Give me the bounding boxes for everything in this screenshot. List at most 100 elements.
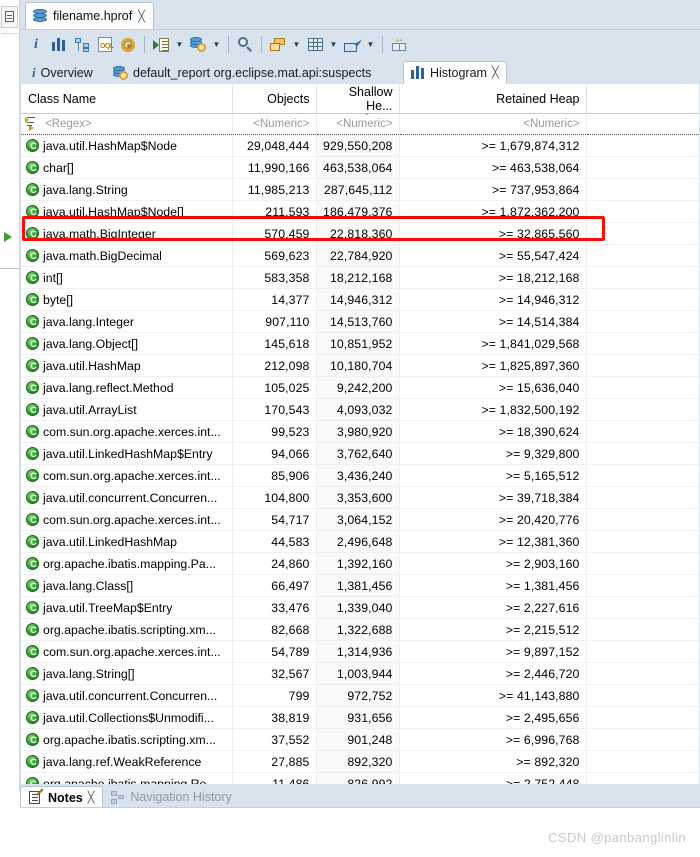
cell-shallow-heap: 3,980,920 (316, 420, 400, 443)
cell-class-name-label: com.sun.org.apache.xerces.int... (43, 468, 221, 483)
cell-shallow-heap: 1,392,160 (316, 552, 400, 575)
cell-filler (586, 640, 699, 663)
tab-notes-label: Notes (48, 790, 83, 805)
cell-objects: 105,025 (232, 376, 317, 399)
cell-objects: 14,377 (232, 288, 317, 311)
toolbar-calculate-retained-size-button[interactable] (304, 34, 326, 56)
table-row[interactable]: int[] 583,35818,212,168>= 18,212,168 (21, 266, 699, 289)
cell-objects: 170,543 (232, 398, 317, 421)
tab-default-report-suspects[interactable]: default_report org.eclipse.mat.api:suspe… (105, 62, 379, 84)
cell-shallow-heap: 14,946,312 (316, 288, 400, 311)
table-row[interactable]: java.util.concurrent.Concurren... 104,800… (21, 486, 699, 509)
editor-tab-filename-hprof[interactable]: filename.hprof ╳ (25, 2, 154, 29)
report-icon (113, 66, 128, 80)
table-row[interactable]: com.sun.org.apache.xerces.int... 54,7173,… (21, 508, 699, 531)
table-row[interactable]: java.lang.String[] 32,5671,003,944>= 2,44… (21, 662, 699, 685)
toolbar-export-button[interactable] (341, 34, 363, 56)
toolbar-inspector-button[interactable] (117, 34, 139, 56)
cell-class-name-label: java.math.BigDecimal (43, 248, 162, 263)
cell-class-name: java.math.BigDecimal (21, 244, 233, 267)
close-icon[interactable]: ╳ (492, 66, 499, 79)
table-row[interactable]: char[] 11,990,166463,538,064>= 463,538,06… (21, 156, 699, 179)
cell-class-name-label: java.util.ArrayList (43, 402, 137, 417)
toolbar-query-dropdown-arrow[interactable]: ▼ (210, 34, 223, 56)
toolbar-run-expert-system-button[interactable] (150, 34, 172, 56)
filter-objects-cell[interactable]: <Numeric> (232, 113, 317, 135)
column-header-shallow-heap[interactable]: Shallow He... ⌄ (316, 85, 400, 117)
cell-filler (586, 530, 699, 553)
toolbar-export-dropdown-arrow[interactable]: ▼ (364, 34, 377, 56)
cell-filler (586, 420, 699, 443)
toolbar-dominator-tree-button[interactable] (71, 34, 93, 56)
close-icon[interactable]: ╳ (138, 10, 145, 23)
tab-overview[interactable]: i Overview (24, 62, 101, 84)
cell-class-name: com.sun.org.apache.xerces.int... (21, 640, 233, 663)
toolbar-overview-info-button[interactable]: i (25, 34, 47, 56)
toolbar-find-object-button[interactable] (234, 34, 256, 56)
filter-retained-heap-cell[interactable]: <Numeric> (399, 113, 587, 135)
table-row[interactable]: java.lang.Object[] 145,61810,851,952>= 1,… (21, 332, 699, 355)
table-row[interactable]: java.util.LinkedHashMap 44,5832,496,648>=… (21, 530, 699, 553)
toolbar-group-dropdown-arrow[interactable]: ▼ (290, 34, 303, 56)
table-filter-body: <Regex> <Numeric> <Numeric> <Numeric> (21, 113, 699, 135)
tab-histogram[interactable]: Histogram ╳ (403, 61, 507, 84)
toolbar-retained-dropdown-arrow[interactable]: ▼ (327, 34, 340, 56)
toolbar-histogram-button[interactable] (48, 34, 70, 56)
table-row[interactable]: org.apache.ibatis.scripting.xm... 37,5529… (21, 728, 699, 751)
cell-class-name: java.lang.Object[] (21, 332, 233, 355)
cell-objects: 145,618 (232, 332, 317, 355)
cell-class-name-label: java.util.TreeMap$Entry (43, 600, 173, 615)
toolbar-group-result-button[interactable] (267, 34, 289, 56)
cell-class-name: com.sun.org.apache.xerces.int... (21, 508, 233, 531)
toolbar-oql-button[interactable]: OQL (94, 34, 116, 56)
cell-objects: 11,985,213 (232, 178, 317, 201)
table-row[interactable]: java.util.HashMap$Node 29,048,444929,550,… (21, 134, 699, 157)
tab-navigation-history[interactable]: Navigation History (103, 786, 239, 808)
filter-filler-cell (586, 113, 699, 135)
table-row[interactable]: org.apache.ibatis.scripting.xm... 82,6681… (21, 618, 699, 641)
cell-objects: 907,110 (232, 310, 317, 333)
close-icon[interactable]: ╳ (88, 791, 95, 804)
table-row[interactable]: com.sun.org.apache.xerces.int... 85,9063,… (21, 464, 699, 487)
table-row[interactable]: java.util.LinkedHashMap$Entry 94,0663,762… (21, 442, 699, 465)
table-row[interactable]: java.util.HashMap 212,09810,180,704>= 1,8… (21, 354, 699, 377)
table-row[interactable]: com.sun.org.apache.xerces.int... 54,7891,… (21, 640, 699, 663)
column-header-class-name[interactable]: Class Name (21, 85, 233, 114)
table-row[interactable]: org.apache.ibatis.mapping.Pa... 24,8601,3… (21, 552, 699, 575)
table-row[interactable]: byte[] 14,37714,946,312>= 14,946,312 (21, 288, 699, 311)
table-row[interactable]: java.util.HashMap$Node[] 211,593186,479,3… (21, 200, 699, 223)
histogram-icon (52, 38, 66, 51)
table-row[interactable]: java.math.BigDecimal 569,62322,784,920>= … (21, 244, 699, 267)
toolbar-query-browser-button[interactable] (187, 34, 209, 56)
histogram-table: Class Name Objects Shallow He... ⌄ Retai… (21, 85, 699, 817)
toolbar-compare-to-baseline-button[interactable]: ↔ (388, 34, 410, 56)
table-row[interactable]: java.lang.Integer 907,11014,513,760>= 14,… (21, 310, 699, 333)
toolbar-separator-4 (382, 36, 383, 53)
cell-shallow-heap: 1,381,456 (316, 574, 400, 597)
table-row[interactable]: java.util.ArrayList 170,5434,093,032>= 1,… (21, 398, 699, 421)
table-row[interactable]: java.lang.ref.WeakReference 27,885892,320… (21, 750, 699, 773)
table-row[interactable]: java.util.TreeMap$Entry 33,4761,339,040>=… (21, 596, 699, 619)
table-row[interactable]: java.util.Collections$Unmodifi... 38,8199… (21, 706, 699, 729)
table-row[interactable]: java.lang.String 11,985,213287,645,112>= … (21, 178, 699, 201)
filter-class-name-cell[interactable]: <Regex> (21, 113, 233, 135)
cell-filler (586, 398, 699, 421)
cell-objects: 54,717 (232, 508, 317, 531)
column-header-retained-heap[interactable]: Retained Heap (399, 85, 587, 114)
cell-class-name: java.util.concurrent.Concurren... (21, 684, 233, 707)
java-class-icon (26, 645, 40, 659)
cell-filler (586, 288, 699, 311)
table-row[interactable]: com.sun.org.apache.xerces.int... 99,5233,… (21, 420, 699, 443)
cell-class-name: java.lang.ref.WeakReference (21, 750, 233, 773)
minimized-view-icon[interactable] (1, 6, 18, 28)
table-row[interactable]: java.util.concurrent.Concurren... 799972,… (21, 684, 699, 707)
filter-shallow-heap-cell[interactable]: <Numeric> (316, 113, 400, 135)
toolbar-run-dropdown-arrow[interactable]: ▼ (173, 34, 186, 56)
column-header-objects[interactable]: Objects (232, 85, 317, 114)
table-row[interactable]: java.lang.reflect.Method 105,0259,242,200… (21, 376, 699, 399)
table-row[interactable]: java.math.BigInteger 570,45922,818,360>= … (21, 222, 699, 245)
cell-shallow-heap: 2,496,648 (316, 530, 400, 553)
tab-notes[interactable]: Notes ╳ (20, 786, 104, 808)
table-row[interactable]: java.lang.Class[] 66,4971,381,456>= 1,381… (21, 574, 699, 597)
cell-class-name: java.lang.String (21, 178, 233, 201)
